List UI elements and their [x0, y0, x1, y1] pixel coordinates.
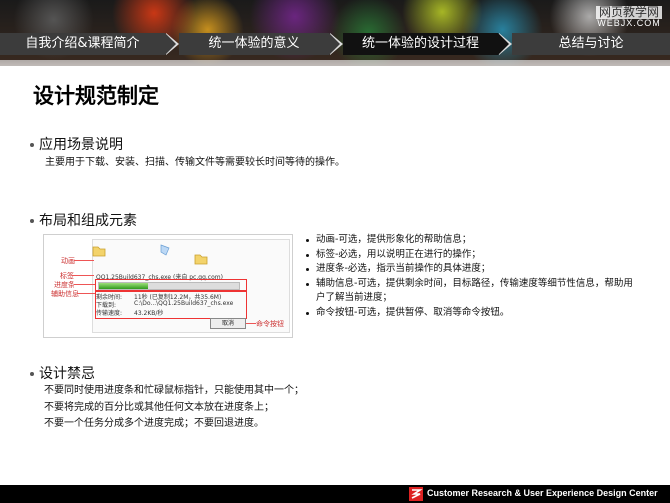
paper-flying-icon	[160, 244, 170, 256]
chevron-right-icon	[165, 33, 176, 55]
folder-icon	[194, 254, 208, 265]
tab-intro-label: 自我介绍&课程简介	[25, 36, 140, 51]
element-notes-list: 动画-可选，提供形象化的帮助信息； 标签-必选，用以说明正在进行的操作； 进度条…	[302, 233, 642, 320]
navigation-bar: 自我介绍&课程简介 统一体验的意义 统一体验的设计过程 总结与讨论	[0, 33, 670, 55]
note-info: 辅助信息-可选，提供剩余时间，目标路径，传输速度等细节性信息，帮助用户了解当前进…	[316, 277, 633, 304]
note-tag: 标签-必选，用以说明正在进行的操作；	[316, 248, 481, 260]
bullet-icon	[30, 143, 34, 147]
callout-line	[74, 284, 96, 285]
bullet-icon	[306, 268, 309, 271]
section-heading-taboos: 设计禁忌	[30, 363, 95, 383]
folder-icon	[92, 246, 106, 257]
bullet-icon	[306, 239, 309, 242]
chevron-right-icon	[498, 33, 509, 55]
tab-meaning[interactable]: 统一体验的意义	[179, 33, 340, 55]
bullet-icon	[306, 253, 309, 257]
callout-line	[77, 293, 96, 294]
list-item: 动画-可选，提供形象化的帮助信息；	[302, 233, 642, 248]
tab-summary[interactable]: 总结与讨论	[512, 33, 670, 55]
section-heading-layout-label: 布局和组成元素	[39, 213, 137, 229]
scenario-text: 主要用于下载、安装、扫描、传输文件等需要较长时间等待的操作。	[45, 157, 345, 168]
chevron-right-icon	[329, 33, 340, 55]
progress-dialog-screenshot: 动画 标签 进度条 辅助信息 QQ1.25Build637_chs.exe (来…	[43, 234, 293, 338]
taboo-line-2: 不要将完成的百分比或其他任何文本放在进度条上；	[44, 402, 274, 413]
callout-line	[72, 275, 94, 276]
highlight-box	[95, 290, 247, 319]
callout-line	[74, 260, 94, 261]
label-command-button: 命令按钮	[256, 320, 284, 328]
tab-intro[interactable]: 自我介绍&课程简介	[0, 33, 176, 55]
tab-meaning-label: 统一体验的意义	[208, 36, 300, 51]
note-animation: 动画-可选，提供形象化的帮助信息；	[316, 234, 472, 245]
list-item: 进度条-必选，指示当前操作的具体进度；	[302, 262, 642, 277]
footer-bar: Customer Research & User Experience Desi…	[0, 485, 670, 503]
section-heading-scenario: 应用场景说明	[30, 134, 123, 154]
bullet-icon	[306, 311, 309, 315]
tab-design-process[interactable]: 统一体验的设计过程	[343, 33, 509, 55]
list-item: 辅助信息-可选，提供剩余时间，目标路径，传输速度等细节性信息，帮助用户了解当前进…	[302, 277, 642, 306]
cancel-button[interactable]: 取消	[210, 318, 246, 329]
logo-icon	[409, 487, 423, 501]
bullet-icon	[30, 372, 34, 376]
bullet-icon	[306, 282, 309, 286]
label-info: 辅助信息	[51, 290, 79, 298]
section-heading-scenario-label: 应用场景说明	[39, 137, 123, 153]
section-heading-layout: 布局和组成元素	[30, 210, 137, 230]
section-heading-taboos-label: 设计禁忌	[39, 366, 95, 382]
note-progress: 进度条-必选，指示当前操作的具体进度；	[316, 263, 491, 274]
watermark-line2: WEBJX.COM	[597, 18, 661, 29]
tab-design-process-label: 统一体验的设计过程	[361, 36, 479, 51]
label-animation: 动画	[61, 257, 75, 265]
list-item: 命令按钮-可选，提供暂停、取消等命令按钮。	[302, 306, 642, 321]
taboo-line-1: 不要同时使用进度条和忙碌鼠标指针，只能使用其中一个；	[44, 385, 304, 396]
page-title: 设计规范制定	[33, 84, 159, 108]
taboo-line-3: 不要一个任务分成多个进度完成；不要回退进度。	[44, 418, 264, 429]
footer-text: Customer Research & User Experience Desi…	[427, 488, 658, 498]
callout-line	[246, 323, 256, 324]
bullet-icon	[30, 219, 34, 223]
note-command: 命令按钮-可选，提供暂停、取消等命令按钮。	[316, 306, 510, 318]
tab-summary-label: 总结与讨论	[558, 36, 624, 51]
watermark: 网页教学网 WEBJX.COM	[595, 5, 662, 29]
list-item: 标签-必选，用以说明正在进行的操作；	[302, 248, 642, 263]
